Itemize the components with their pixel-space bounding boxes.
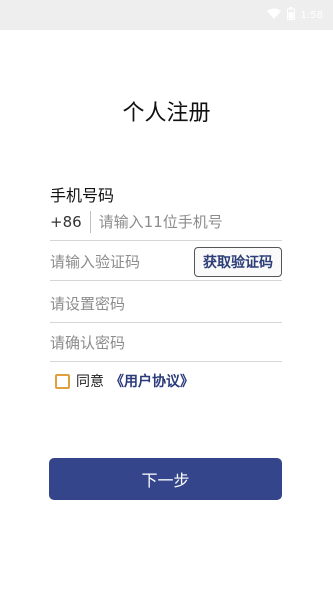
verification-code-row: 获取验证码 [50, 243, 282, 281]
country-code[interactable]: +86 [50, 210, 91, 233]
confirm-password-row [50, 324, 282, 362]
agreement-row: 同意 《用户协议》 [55, 371, 194, 391]
get-code-button[interactable]: 获取验证码 [194, 246, 282, 277]
status-bar: 1:58 [0, 0, 333, 30]
phone-input[interactable] [90, 207, 293, 236]
status-icons: 1:58 [266, 6, 323, 24]
wifi-icon [266, 8, 281, 22]
agree-checkbox[interactable] [55, 373, 70, 389]
phone-row: +86 [50, 203, 293, 241]
status-time: 1:58 [300, 9, 323, 21]
agree-text: 同意 [76, 374, 104, 390]
password-row [50, 285, 282, 323]
battery-icon [286, 7, 295, 23]
user-agreement-link[interactable]: 《用户协议》 [110, 371, 194, 391]
confirm-password-input[interactable] [50, 328, 282, 357]
password-input[interactable] [50, 289, 282, 318]
verification-code-input[interactable] [50, 247, 194, 276]
next-button[interactable]: 下一步 [49, 458, 282, 500]
page-title: 个人注册 [122, 101, 211, 126]
